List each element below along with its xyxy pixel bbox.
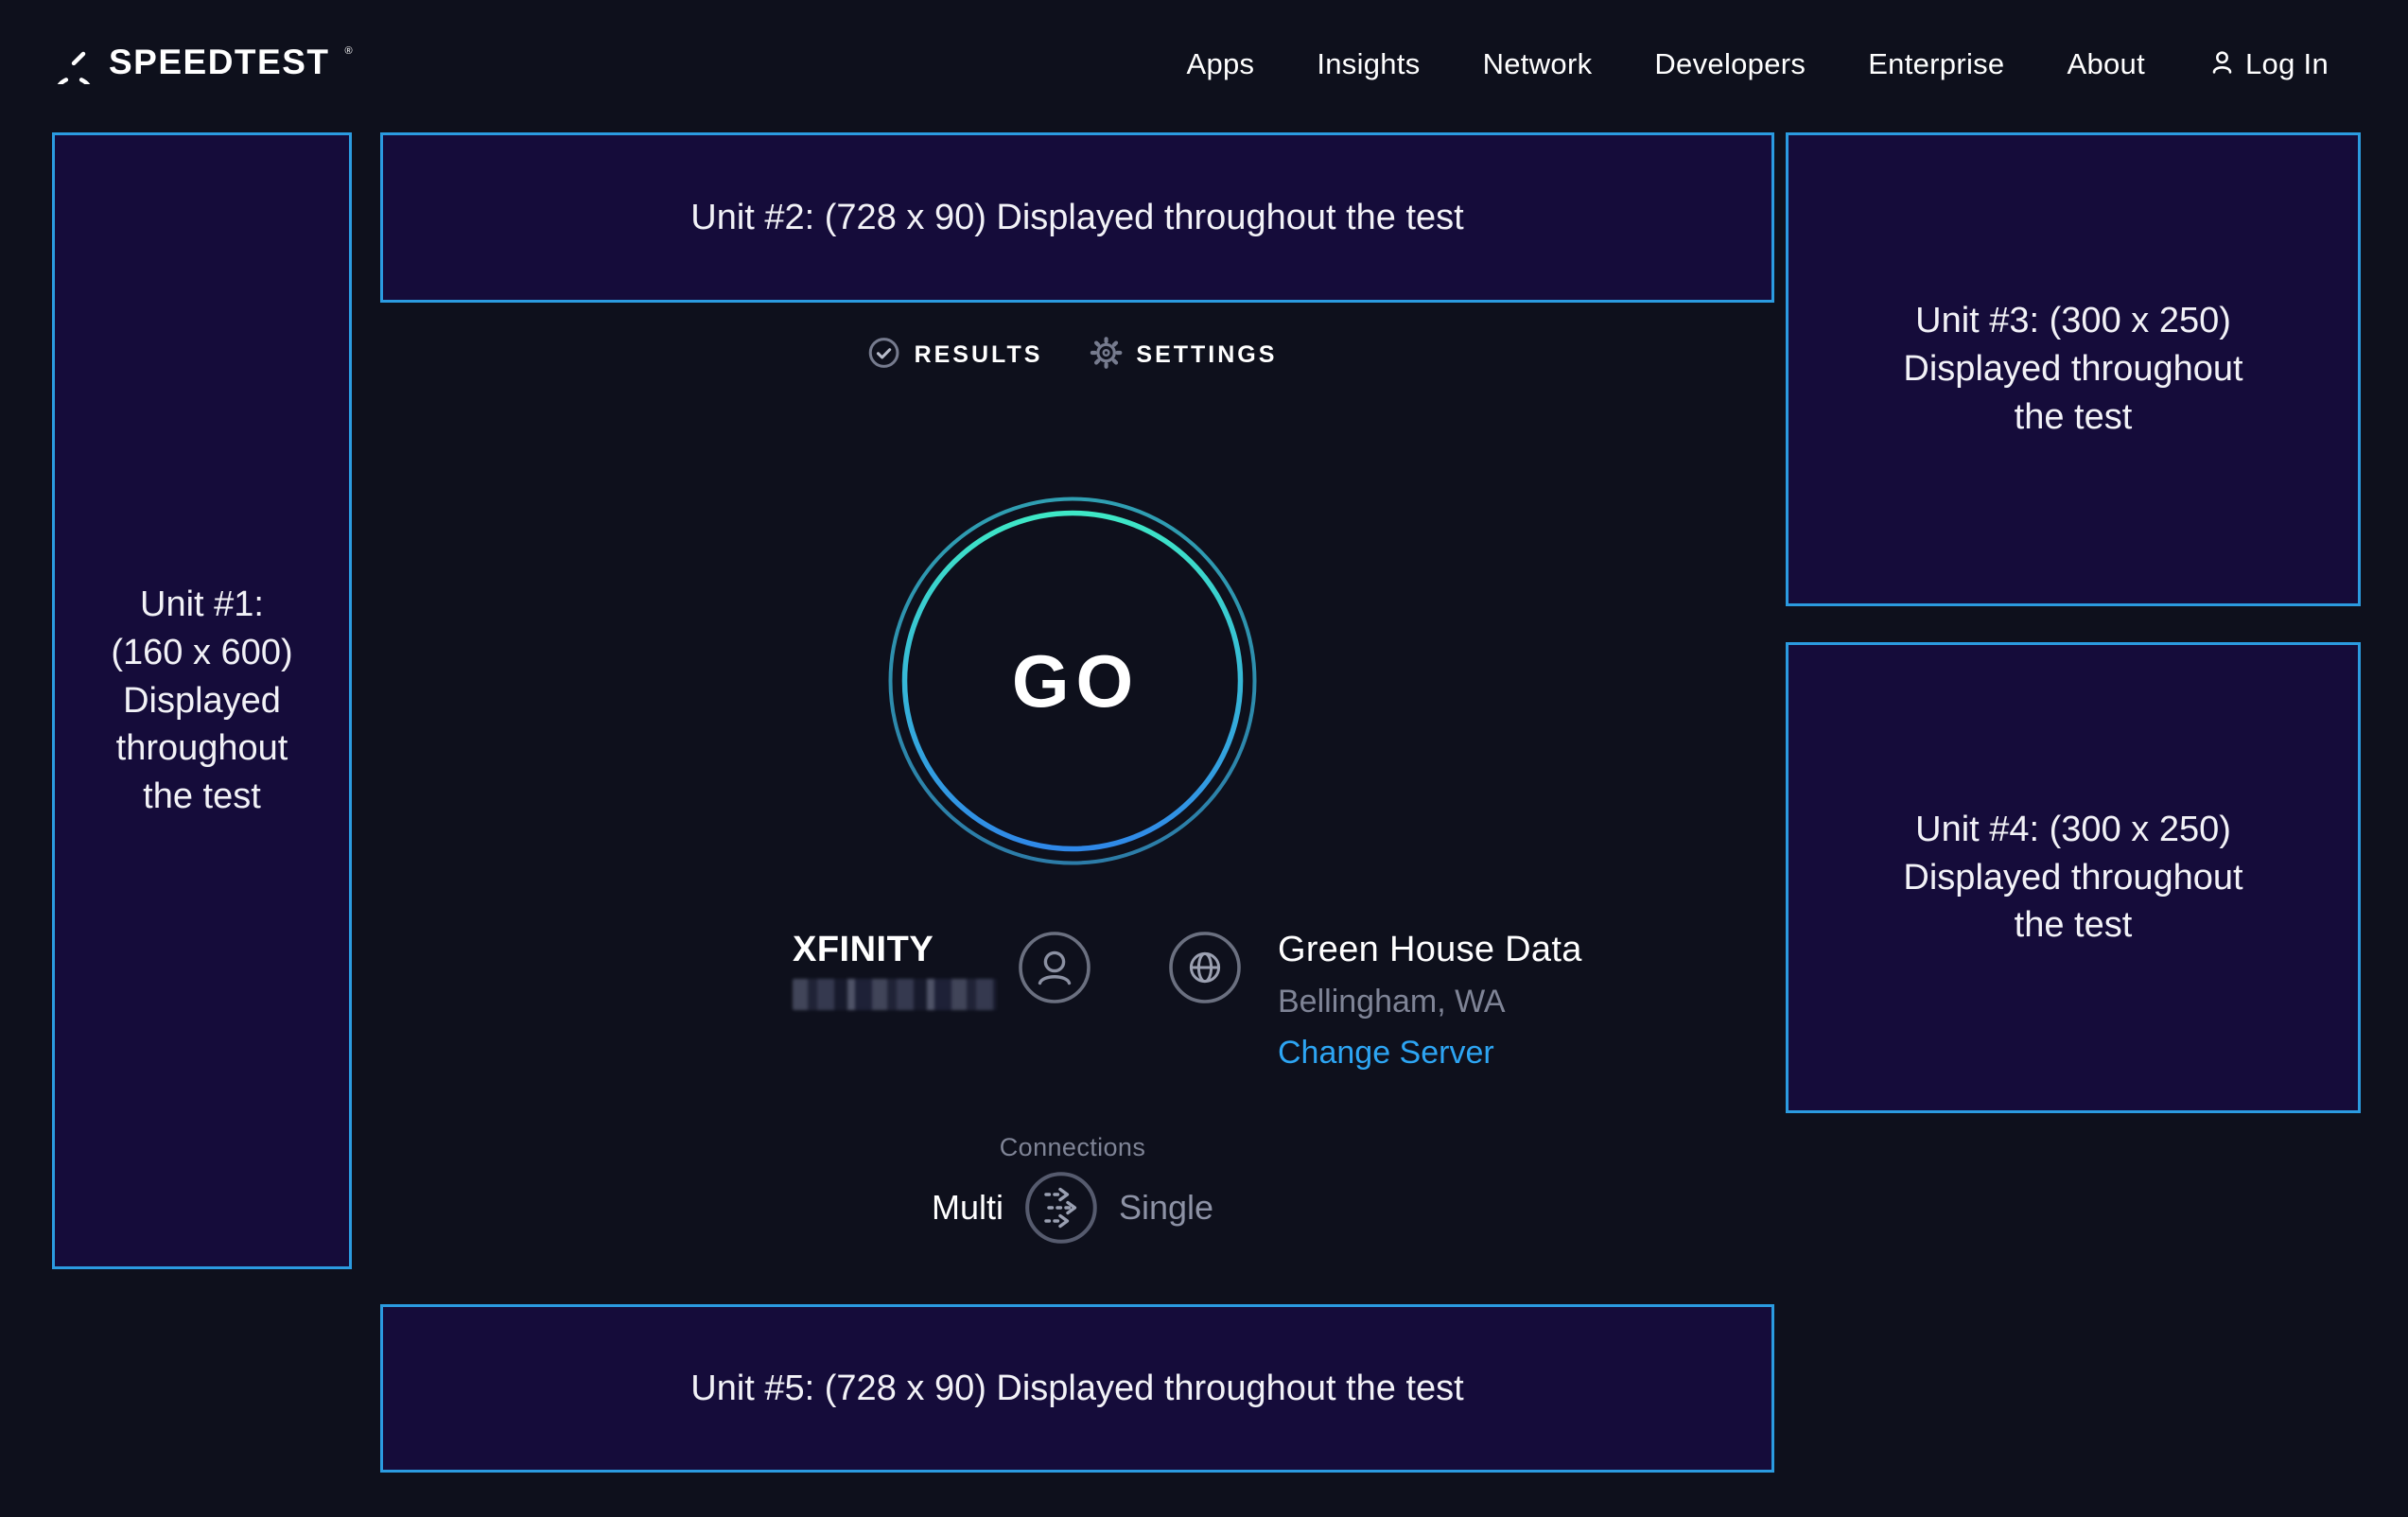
multi-connection-arrows-icon[interactable] xyxy=(1024,1171,1098,1245)
speedtest-logo[interactable]: SPEEDTEST ® xyxy=(52,41,353,89)
nav-item-about[interactable]: About xyxy=(2067,47,2145,81)
tab-results[interactable]: RESULTS xyxy=(868,337,1043,374)
ad-unit-3[interactable]: Unit #3: (300 x 250) Displayed throughou… xyxy=(1786,132,2361,606)
ad-line: the test xyxy=(2015,901,2133,950)
speedometer-icon xyxy=(52,41,96,89)
top-nav-bar: SPEEDTEST ® Apps Insights Network Develop… xyxy=(52,0,2329,129)
connections-section: Connections Multi Single xyxy=(932,1133,1213,1245)
ad-line: Displayed xyxy=(123,677,281,725)
nav-item-insights[interactable]: Insights xyxy=(1317,47,1420,81)
person-circle-icon xyxy=(1018,931,1091,1009)
ad-line: Displayed throughout xyxy=(1903,854,2242,902)
result-settings-tabs: RESULTS xyxy=(868,337,1278,374)
connections-toggle-row: Multi Single xyxy=(932,1171,1213,1245)
ad-unit-4[interactable]: Unit #4: (300 x 250) Displayed throughou… xyxy=(1786,642,2361,1113)
server-block: Green House Data Bellingham, WA Change S… xyxy=(1278,931,1582,1070)
server-name: Green House Data xyxy=(1278,931,1582,968)
go-button[interactable]: GO xyxy=(887,496,1258,866)
connections-option-single[interactable]: Single xyxy=(1119,1188,1213,1228)
ad-line: Unit #1: xyxy=(140,581,264,629)
ad-line: (160 x 600) xyxy=(111,629,292,677)
logo-text: SPEEDTEST xyxy=(109,41,330,84)
login-button[interactable]: Log In xyxy=(2207,47,2329,81)
globe-icon xyxy=(1168,931,1242,1009)
tab-settings[interactable]: SETTINGS xyxy=(1090,337,1277,374)
person-icon xyxy=(2207,47,2237,81)
ad-unit-1[interactable]: Unit #1: (160 x 600) Displayed throughou… xyxy=(52,132,352,1269)
nav-item-developers[interactable]: Developers xyxy=(1654,47,1806,81)
logo-trademark: ® xyxy=(345,46,353,56)
ad-line: the test xyxy=(2015,393,2133,442)
ad-line: throughout xyxy=(116,724,288,773)
check-circle-icon xyxy=(868,337,900,374)
ad-line: Unit #2: (728 x 90) Displayed throughout… xyxy=(690,194,1463,242)
gear-icon xyxy=(1090,337,1122,374)
ad-line: Unit #4: (300 x 250) xyxy=(1915,806,2231,854)
nav-item-enterprise[interactable]: Enterprise xyxy=(1868,47,2004,81)
nav-item-apps[interactable]: Apps xyxy=(1186,47,1254,81)
ad-line: Unit #3: (300 x 250) xyxy=(1915,297,2231,345)
go-label: GO xyxy=(887,496,1258,866)
change-server-link[interactable]: Change Server xyxy=(1278,1036,1582,1070)
ad-line: the test xyxy=(143,773,261,821)
ad-line: Unit #5: (728 x 90) Displayed throughout… xyxy=(690,1365,1463,1413)
ad-unit-5[interactable]: Unit #5: (728 x 90) Displayed throughout… xyxy=(380,1304,1774,1473)
provider-detail-redacted xyxy=(793,979,997,1010)
connections-heading: Connections xyxy=(1000,1133,1146,1162)
ad-line: Displayed throughout xyxy=(1903,345,2242,393)
provider-block: XFINITY xyxy=(793,931,997,1010)
tab-results-label: RESULTS xyxy=(915,341,1043,369)
tab-settings-label: SETTINGS xyxy=(1136,341,1277,369)
server-location: Bellingham, WA xyxy=(1278,985,1582,1019)
speedtest-page: SPEEDTEST ® Apps Insights Network Develop… xyxy=(0,0,2408,1517)
provider-name: XFINITY xyxy=(793,931,997,968)
main-nav: Apps Insights Network Developers Enterpr… xyxy=(1186,47,2329,81)
nav-item-network[interactable]: Network xyxy=(1483,47,1593,81)
connections-option-multi[interactable]: Multi xyxy=(932,1188,1003,1228)
login-label: Log In xyxy=(2245,47,2329,81)
connection-meta: XFINITY Green House Data Bellingham, WA … xyxy=(793,931,1582,1070)
ad-unit-2[interactable]: Unit #2: (728 x 90) Displayed throughout… xyxy=(380,132,1774,303)
